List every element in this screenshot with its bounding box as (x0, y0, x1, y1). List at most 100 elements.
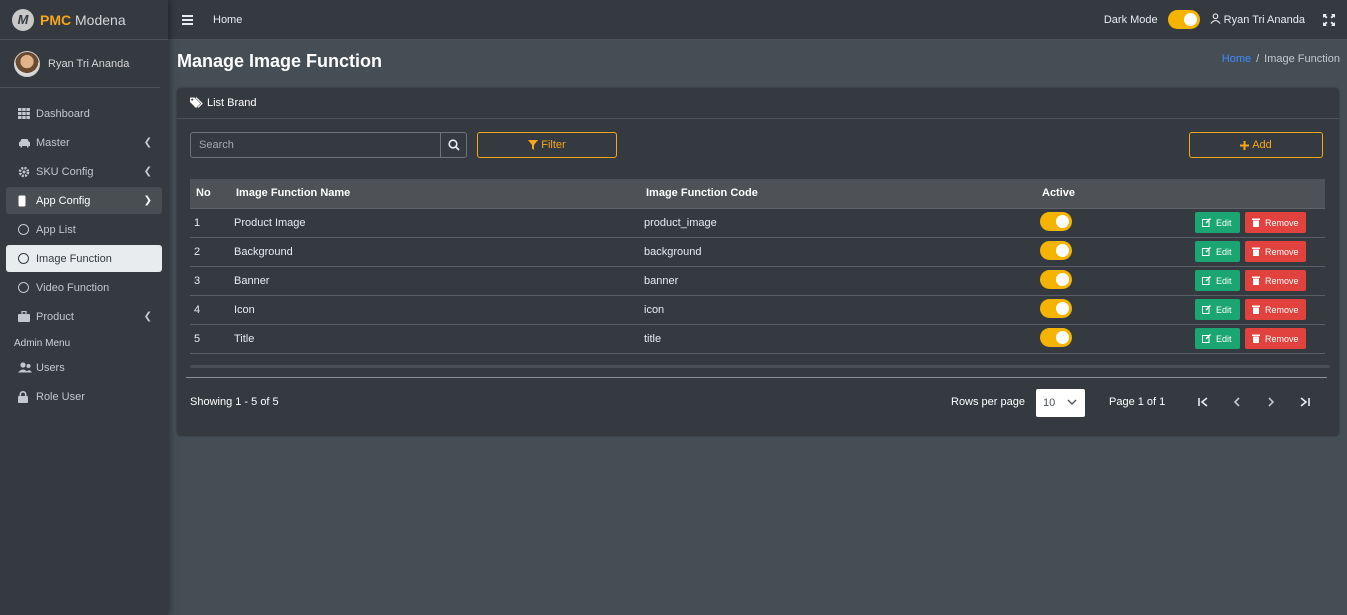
remove-button[interactable]: Remove (1245, 328, 1306, 349)
active-toggle[interactable] (1040, 327, 1072, 347)
cell-active (1036, 208, 1156, 238)
sidebar-nav: Dashboard Master ❮ SKU Config ❮ App Conf… (0, 88, 168, 410)
cell-actions: Edit Remove (1156, 237, 1325, 267)
table-row: 1 Product Image product_image Edit Remov… (190, 208, 1325, 238)
table-row: 4 Icon icon Edit Remove (190, 295, 1325, 325)
edit-button[interactable]: Edit (1195, 328, 1240, 349)
active-toggle[interactable] (1040, 298, 1072, 318)
rows-per-page-label: Rows per page (951, 396, 1025, 408)
edit-icon (1202, 276, 1211, 285)
cell-name: Background (230, 237, 640, 267)
cell-active (1036, 324, 1156, 354)
cell-no: 5 (190, 324, 230, 354)
remove-label: Remove (1265, 246, 1299, 257)
edit-button[interactable]: Edit (1195, 241, 1240, 262)
remove-button[interactable]: Remove (1245, 241, 1306, 262)
active-toggle[interactable] (1040, 240, 1072, 260)
filter-button[interactable]: Filter (477, 132, 617, 158)
remove-button[interactable]: Remove (1245, 212, 1306, 233)
cell-active (1036, 295, 1156, 325)
edit-label: Edit (1216, 304, 1232, 315)
dark-mode-toggle[interactable] (1167, 10, 1200, 29)
horizontal-scrollbar[interactable] (190, 365, 1330, 368)
sidebar-user-name: Ryan Tri Ananda (48, 57, 130, 70)
sidebar-item-product[interactable]: Product ❮ (6, 303, 162, 330)
cell-active (1036, 266, 1156, 296)
col-header-code[interactable]: Image Function Code (640, 179, 1036, 209)
edit-button[interactable]: Edit (1195, 270, 1240, 291)
col-header-name[interactable]: Image Function Name (230, 179, 640, 209)
cell-code: product_image (640, 208, 1036, 238)
plus-icon (1240, 140, 1250, 150)
circle-icon (18, 224, 34, 235)
gear-icon (18, 166, 34, 178)
next-page-button[interactable] (1261, 392, 1281, 412)
search-button[interactable] (440, 133, 466, 157)
search-input[interactable] (191, 133, 439, 157)
lock-icon (18, 390, 34, 403)
hamburger-menu-icon[interactable] (182, 14, 193, 25)
dark-mode-label: Dark Mode (1103, 13, 1158, 26)
last-page-button[interactable] (1295, 392, 1315, 412)
edit-button[interactable]: Edit (1195, 212, 1240, 233)
edit-button[interactable]: Edit (1195, 299, 1240, 320)
filter-label: Filter (541, 139, 566, 151)
remove-label: Remove (1265, 333, 1299, 344)
breadcrumb-home-link[interactable]: Home (1222, 53, 1251, 65)
chevron-left-icon: ❮ (143, 166, 152, 177)
users-icon (18, 362, 34, 373)
sidebar-item-app-config[interactable]: App Config ❯ (6, 187, 162, 214)
sidebar-item-role-user[interactable]: Role User (6, 383, 162, 410)
circle-icon (18, 253, 34, 264)
sidebar-item-label: Video Function (36, 281, 110, 294)
top-right-controls: Dark Mode Ryan Tri Ananda (1104, 10, 1335, 29)
sidebar-item-sku-config[interactable]: SKU Config ❮ (6, 158, 162, 185)
brand[interactable]: M PMC Modena (0, 0, 168, 40)
col-header-active[interactable]: Active (1036, 179, 1156, 209)
edit-label: Edit (1216, 217, 1232, 228)
filter-icon (528, 140, 539, 150)
add-button[interactable]: Add (1189, 132, 1323, 158)
top-home-link[interactable]: Home (213, 14, 242, 26)
edit-label: Edit (1216, 333, 1232, 344)
cell-active (1036, 237, 1156, 267)
mobile-icon (18, 195, 34, 207)
cell-actions: Edit Remove (1156, 208, 1325, 238)
remove-button[interactable]: Remove (1245, 299, 1306, 320)
user-icon (1210, 13, 1221, 24)
edit-label: Edit (1216, 275, 1232, 286)
breadcrumb-separator: / (1256, 53, 1260, 65)
remove-label: Remove (1265, 304, 1299, 315)
sidebar-item-video-function[interactable]: Video Function (6, 274, 162, 301)
top-user-menu[interactable]: Ryan Tri Ananda (1210, 13, 1305, 26)
col-header-no[interactable]: No (190, 179, 230, 209)
sidebar-item-image-function[interactable]: Image Function (6, 245, 162, 272)
sidebar-item-label: Master (36, 136, 70, 149)
add-label: Add (1252, 139, 1272, 151)
showing-count: Showing 1 - 5 of 5 (190, 396, 279, 408)
user-panel[interactable]: Ryan Tri Ananda (0, 40, 160, 88)
sidebar-item-app-list[interactable]: App List (6, 216, 162, 243)
sidebar-item-dashboard[interactable]: Dashboard (6, 100, 162, 127)
sidebar-item-label: Users (36, 361, 65, 374)
cell-no: 3 (190, 266, 230, 296)
rows-per-page-select[interactable]: 10 (1036, 389, 1085, 417)
edit-icon (1202, 334, 1211, 343)
active-toggle[interactable] (1040, 269, 1072, 289)
prev-page-button[interactable] (1227, 392, 1247, 412)
sidebar-item-label: SKU Config (36, 165, 94, 178)
cell-no: 1 (190, 208, 230, 238)
chevron-left-icon (1233, 397, 1240, 407)
cell-no: 4 (190, 295, 230, 325)
first-page-icon (1198, 397, 1208, 407)
trash-icon (1252, 334, 1260, 343)
chevron-left-icon: ❮ (143, 137, 152, 148)
fullscreen-icon[interactable] (1323, 13, 1335, 26)
sidebar-item-label: Role User (36, 390, 85, 403)
remove-button[interactable]: Remove (1245, 270, 1306, 291)
sidebar-item-master[interactable]: Master ❮ (6, 129, 162, 156)
sidebar-item-users[interactable]: Users (6, 354, 162, 381)
active-toggle[interactable] (1040, 211, 1072, 231)
first-page-button[interactable] (1193, 392, 1213, 412)
cell-code: title (640, 324, 1036, 354)
